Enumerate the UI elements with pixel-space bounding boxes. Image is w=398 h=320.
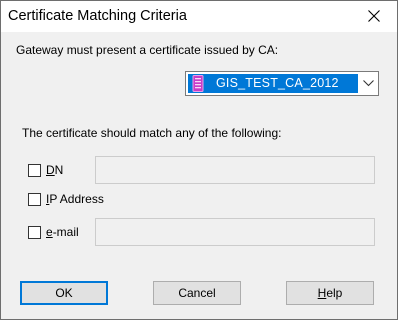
ip-address-checkbox-label[interactable]: IP Address <box>46 192 104 206</box>
dialog-body: Gateway must present a certificate issue… <box>1 32 397 319</box>
cancel-button[interactable]: Cancel <box>153 281 241 305</box>
dialog-window: Certificate Matching Criteria Gateway mu… <box>0 0 398 320</box>
ca-label: Gateway must present a certificate issue… <box>16 43 279 57</box>
ip-address-checkbox[interactable] <box>28 193 41 206</box>
match-label: The certificate should match any of the … <box>22 126 282 140</box>
chevron-down-icon[interactable] <box>363 80 374 87</box>
email-field[interactable] <box>95 218 375 246</box>
close-button[interactable] <box>351 1 397 32</box>
dn-checkbox[interactable] <box>28 164 41 177</box>
ok-button[interactable]: OK <box>20 281 108 305</box>
dn-checkbox-label[interactable]: DN <box>46 163 63 177</box>
ca-dropdown-value: GIS_TEST_CA_2012 <box>216 76 339 90</box>
ca-dropdown-selection: GIS_TEST_CA_2012 <box>188 74 358 93</box>
ca-dropdown[interactable]: GIS_TEST_CA_2012 <box>185 71 379 96</box>
email-checkbox-label[interactable]: e-mail <box>46 225 79 239</box>
email-checkbox[interactable] <box>28 226 41 239</box>
dialog-title: Certificate Matching Criteria <box>8 8 187 24</box>
dn-field[interactable] <box>95 156 375 184</box>
help-button[interactable]: Help <box>286 281 374 305</box>
title-bar[interactable]: Certificate Matching Criteria <box>1 1 397 32</box>
certificate-icon <box>192 75 204 92</box>
close-icon <box>368 10 380 22</box>
